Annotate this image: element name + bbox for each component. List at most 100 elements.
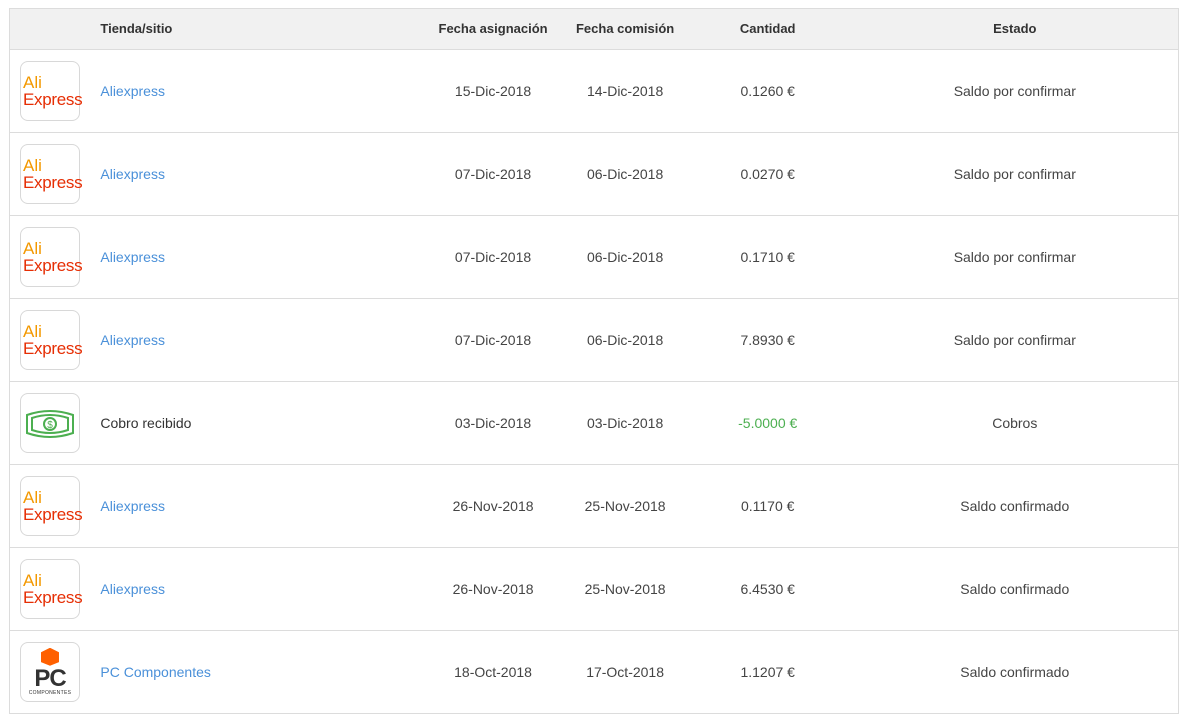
assign-date-cell: 07-Dic-2018: [454, 165, 532, 182]
assign-date-cell: 15-Dic-2018: [454, 82, 532, 99]
amount-cell: 1.1207 €: [740, 663, 795, 680]
aliexpress-logo-line1: Ali: [23, 72, 42, 92]
aliexpress-wordmark: Ali Express: [23, 238, 83, 275]
commission-date-cell: 17-Oct-2018: [586, 663, 665, 680]
transactions-table: Tienda/sitio Fecha asignación Fecha comi…: [10, 9, 1178, 713]
commission-date-cell: 03-Dic-2018: [586, 414, 664, 431]
aliexpress-logo: Ali Express: [20, 60, 83, 121]
table-header-row: Tienda/sitio Fecha asignación Fecha comi…: [10, 9, 1178, 50]
aliexpress-logo: Ali Express: [20, 143, 83, 204]
assign-date-cell: 07-Dic-2018: [454, 331, 532, 348]
pc-logo-main: PC: [34, 664, 66, 692]
store-cell: Aliexpress: [100, 49, 419, 132]
table-row: Ali Express Aliexpress 26-Nov-2018 25-Nov-20…: [10, 464, 1178, 547]
store-cell: Cobro recibido: [100, 381, 419, 464]
header-amount: Cantidad: [683, 9, 852, 50]
aliexpress-wordmark: Ali Express: [23, 487, 83, 524]
aliexpress-logo-line2: Express: [23, 504, 83, 524]
aliexpress-logo-line1: Ali: [23, 487, 42, 507]
store-cell: Aliexpress: [100, 132, 419, 215]
commission-date-cell: 06-Dic-2018: [586, 165, 664, 182]
table-row: Ali Express Aliexpress 07-Dic-2018 06-Dic-20…: [10, 132, 1178, 215]
assign-date-cell: 18-Oct-2018: [454, 663, 532, 680]
pc-componentes-logo: PC COMPONENTES: [20, 641, 80, 702]
status-cell: Saldo confirmado: [960, 580, 1070, 597]
store-link[interactable]: Aliexpress: [100, 498, 165, 514]
store-link[interactable]: Aliexpress: [100, 166, 165, 182]
store-cell: Aliexpress: [100, 298, 419, 381]
commission-date-cell: 14-Dic-2018: [586, 82, 664, 99]
store-link[interactable]: Aliexpress: [100, 332, 165, 348]
table-row: Ali Express Aliexpress 26-Nov-2018 25-Nov-20…: [10, 547, 1178, 630]
amount-cell: 0.1710 €: [740, 248, 795, 265]
table-row: Ali Express Aliexpress 07-Dic-2018 06-Dic-20…: [10, 298, 1178, 381]
aliexpress-logo: Ali Express: [20, 475, 83, 536]
status-cell: Saldo por confirmar: [953, 82, 1076, 99]
header-assign-date: Fecha asignación: [419, 9, 567, 50]
header-store: Tienda/sitio: [100, 9, 420, 50]
aliexpress-logo-line2: Express: [23, 89, 83, 109]
table-row: Ali Express Aliexpress 07-Dic-2018 06-Dic-20…: [10, 215, 1178, 298]
assign-date-cell: 07-Dic-2018: [454, 248, 532, 265]
aliexpress-logo: Ali Express: [20, 309, 83, 370]
store-cell: Aliexpress: [100, 215, 419, 298]
aliexpress-logo: Ali Express: [20, 558, 83, 619]
status-cell: Saldo por confirmar: [953, 248, 1076, 265]
logo-cell: $: [10, 381, 100, 464]
status-cell: Saldo por confirmar: [953, 331, 1076, 348]
transactions-table-container: Tienda/sitio Fecha asignación Fecha comi…: [9, 8, 1179, 714]
svg-text:$: $: [47, 420, 53, 431]
logo-cell: Ali Express: [10, 49, 100, 132]
store-link[interactable]: PC Componentes: [100, 664, 211, 680]
aliexpress-logo-line2: Express: [23, 587, 83, 607]
status-cell: Cobros: [992, 414, 1038, 431]
store-cell: Aliexpress: [100, 547, 419, 630]
header-logo: [10, 9, 101, 50]
aliexpress-logo-line2: Express: [23, 172, 83, 192]
store-label: Cobro recibido: [100, 414, 192, 431]
header-status: Estado: [851, 9, 1178, 50]
amount-cell: 0.1170 €: [740, 497, 795, 514]
logo-cell: Ali Express: [10, 547, 100, 630]
store-link[interactable]: Aliexpress: [100, 249, 165, 265]
money-bill-icon: $: [20, 392, 80, 453]
amount-cell: 0.0270 €: [740, 165, 795, 182]
commission-date-cell: 25-Nov-2018: [584, 580, 666, 597]
status-cell: Saldo confirmado: [960, 663, 1070, 680]
aliexpress-wordmark: Ali Express: [23, 72, 83, 109]
table-body: Ali Express Aliexpress 15-Dic-2018 14-Dic-20…: [10, 49, 1178, 713]
commission-date-cell: 06-Dic-2018: [586, 331, 664, 348]
pc-componentes-wordmark: PC COMPONENTES: [28, 647, 72, 696]
commission-date-cell: 06-Dic-2018: [586, 248, 664, 265]
aliexpress-logo-line2: Express: [23, 255, 83, 275]
aliexpress-wordmark: Ali Express: [23, 570, 83, 607]
aliexpress-logo-line1: Ali: [23, 321, 42, 341]
header-commission-date: Fecha comisión: [566, 9, 684, 50]
amount-cell: 0.1260 €: [740, 82, 795, 99]
logo-cell: Ali Express: [10, 298, 100, 381]
store-link[interactable]: Aliexpress: [100, 83, 165, 99]
amount-cell: 7.8930 €: [740, 331, 795, 348]
amount-cell: -5.0000 €: [738, 414, 798, 431]
logo-cell: PC COMPONENTES: [10, 630, 100, 713]
aliexpress-logo-line1: Ali: [23, 570, 42, 590]
aliexpress-logo-line1: Ali: [23, 155, 42, 175]
status-cell: Saldo confirmado: [960, 497, 1070, 514]
banknote-icon: $: [26, 409, 74, 438]
commission-date-cell: 25-Nov-2018: [584, 497, 666, 514]
table-row: $ Cobro recibido 03-Dic-2018 03-Dic-2018 -5.…: [10, 381, 1178, 464]
assign-date-cell: 26-Nov-2018: [452, 580, 534, 597]
logo-cell: Ali Express: [10, 464, 100, 547]
aliexpress-logo-line1: Ali: [23, 238, 42, 258]
store-link[interactable]: Aliexpress: [100, 581, 165, 597]
aliexpress-logo: Ali Express: [20, 226, 83, 287]
table-row: Ali Express Aliexpress 15-Dic-2018 14-Dic-20…: [10, 49, 1178, 132]
amount-cell: 6.4530 €: [740, 580, 795, 597]
logo-cell: Ali Express: [10, 132, 100, 215]
table-row: PC COMPONENTES PC Componentes 18-Oct-2018 17…: [10, 630, 1178, 713]
assign-date-cell: 03-Dic-2018: [454, 414, 532, 431]
box-icon: [40, 647, 59, 666]
logo-cell: Ali Express: [10, 215, 100, 298]
store-cell: Aliexpress: [100, 464, 419, 547]
pc-logo-sub: COMPONENTES: [28, 689, 72, 696]
